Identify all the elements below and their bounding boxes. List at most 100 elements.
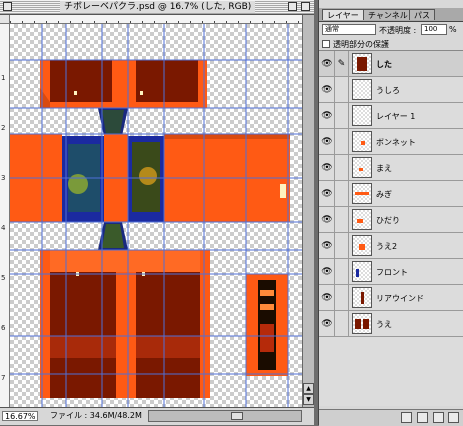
layer-row[interactable]: 👁 フロント [319,259,463,285]
trash-icon[interactable] [448,412,459,423]
document-window: チボレーベパクラ.psd @ 16.7% (した, RGB) 1 2 3 4 5… [0,0,314,425]
layer-name: うえ [376,320,392,329]
vertical-ruler[interactable]: 1 2 3 4 5 6 7 [0,24,10,407]
brush-icon[interactable]: ✎ [335,51,349,76]
ruler-label: 1 [1,74,6,82]
opacity-label: 不透明度 : [379,26,417,35]
eye-icon[interactable]: 👁 [320,103,335,128]
tab-channels[interactable]: チャンネル [363,9,413,20]
layer-thumbnail [352,53,372,74]
scroll-thumb[interactable] [231,412,243,420]
opacity-unit: % [449,25,457,34]
layer-thumbnail [352,183,372,204]
eye-icon[interactable]: 👁 [320,311,335,336]
eye-icon[interactable]: 👁 [320,207,335,232]
layer-link-box[interactable] [335,311,349,336]
close-box[interactable] [3,2,12,11]
layer-thumbnail [352,287,372,308]
horizontal-ruler[interactable] [10,15,302,24]
palette-tabs: レイヤー チャンネル パス [319,8,463,22]
scroll-down-arrow-icon[interactable]: ▼ [303,394,314,405]
new-layer-icon[interactable] [433,412,444,423]
collapse-box[interactable] [301,2,310,11]
layer-row[interactable]: 👁 みぎ [319,181,463,207]
layer-link-box[interactable] [335,207,349,232]
layer-link-box[interactable] [335,233,349,258]
tab-layers[interactable]: レイヤー [322,9,364,20]
layer-list: 👁 ✎ した 👁 うしろ 👁 レイヤー 1 👁 ボンネット 👁 まえ 👁 みぎ … [319,51,463,406]
horizontal-scrollbar[interactable] [148,410,302,422]
layer-link-box[interactable] [335,285,349,310]
layer-thumbnail [352,261,372,282]
status-bar: 16.67% ファイル : 34.6M/48.2M [0,407,314,425]
eye-icon[interactable]: 👁 [320,233,335,258]
layer-thumbnail [352,235,372,256]
layer-name: うしろ [376,86,400,95]
layer-thumbnail [352,105,372,126]
layer-row[interactable]: 👁 ひだり [319,207,463,233]
layer-link-box[interactable] [335,103,349,128]
rear-window-piece [246,274,288,376]
layers-palette: レイヤー チャンネル パス 通常 不透明度 : 100 % 透明部分の保護 👁 … [318,0,463,426]
layer-link-box[interactable] [335,77,349,102]
eye-icon[interactable]: 👁 [320,51,335,76]
layer-name: した [376,60,392,69]
layer-link-box[interactable] [335,259,349,284]
roof-piece [40,60,207,108]
eye-icon[interactable]: 👁 [320,285,335,310]
preserve-transparency-row: 透明部分の保護 [319,38,463,51]
eye-icon[interactable]: 👁 [320,129,335,154]
layer-link-box[interactable] [335,155,349,180]
palette-footer [319,409,463,426]
layer-link-box[interactable] [335,181,349,206]
layer-thumbnail [352,157,372,178]
layer-thumbnail [352,209,372,230]
mask-icon[interactable] [401,412,412,423]
layer-row[interactable]: 👁 うしろ [319,77,463,103]
window-title: チボレーベパクラ.psd @ 16.7% (した, RGB) [60,1,256,13]
ruler-label: 5 [1,274,6,282]
ruler-label: 2 [1,124,6,132]
layer-link-box[interactable] [335,129,349,154]
vertical-scrollbar[interactable]: ▲ ▼ [302,15,314,407]
layer-name: レイヤー 1 [376,112,416,121]
layer-row[interactable]: 👁 うえ [319,311,463,337]
layer-thumbnail [352,313,372,334]
layer-name: まえ [376,164,392,173]
adjust-icon[interactable] [417,412,428,423]
zoom-box[interactable] [288,2,297,11]
preserve-transparency-label: 透明部分の保護 [333,40,389,49]
layer-name: うえ2 [376,242,398,251]
layer-name: みぎ [376,190,392,199]
ruler-origin[interactable] [0,15,10,24]
layer-row[interactable]: 👁 リアウインド [319,285,463,311]
scroll-up-arrow-icon[interactable]: ▲ [303,383,314,394]
layer-row[interactable]: 👁 ボンネット [319,129,463,155]
file-size-info[interactable]: ファイル : 34.6M/48.2M [50,411,142,421]
layer-row[interactable]: 👁 ✎ した [319,51,463,77]
ruler-label: 4 [1,224,6,232]
eye-icon[interactable]: 👁 [320,259,335,284]
layer-name: リアウインド [376,294,424,303]
image-canvas[interactable] [10,24,302,407]
layer-row[interactable]: 👁 レイヤー 1 [319,103,463,129]
layer-name: ボンネット [376,138,416,147]
eye-icon[interactable]: 👁 [320,155,335,180]
layer-row[interactable]: 👁 まえ [319,155,463,181]
opacity-input[interactable]: 100 [421,24,447,35]
ruler-label: 3 [1,174,6,182]
layer-name: フロント [376,268,408,277]
preserve-transparency-checkbox[interactable] [322,40,330,48]
tab-paths[interactable]: パス [409,9,435,20]
blend-mode-select[interactable]: 通常 [322,24,376,35]
ruler-label: 6 [1,324,6,332]
title-bar[interactable]: チボレーベパクラ.psd @ 16.7% (した, RGB) [0,0,314,15]
eye-icon[interactable]: 👁 [320,181,335,206]
layer-thumbnail [352,131,372,152]
layer-name: ひだり [376,216,400,225]
zoom-field[interactable]: 16.67% [2,411,38,421]
ruler-label: 7 [1,374,6,382]
blend-opacity-row: 通常 不透明度 : 100 % [319,23,463,36]
eye-icon[interactable]: 👁 [320,77,335,102]
layer-row[interactable]: 👁 うえ2 [319,233,463,259]
